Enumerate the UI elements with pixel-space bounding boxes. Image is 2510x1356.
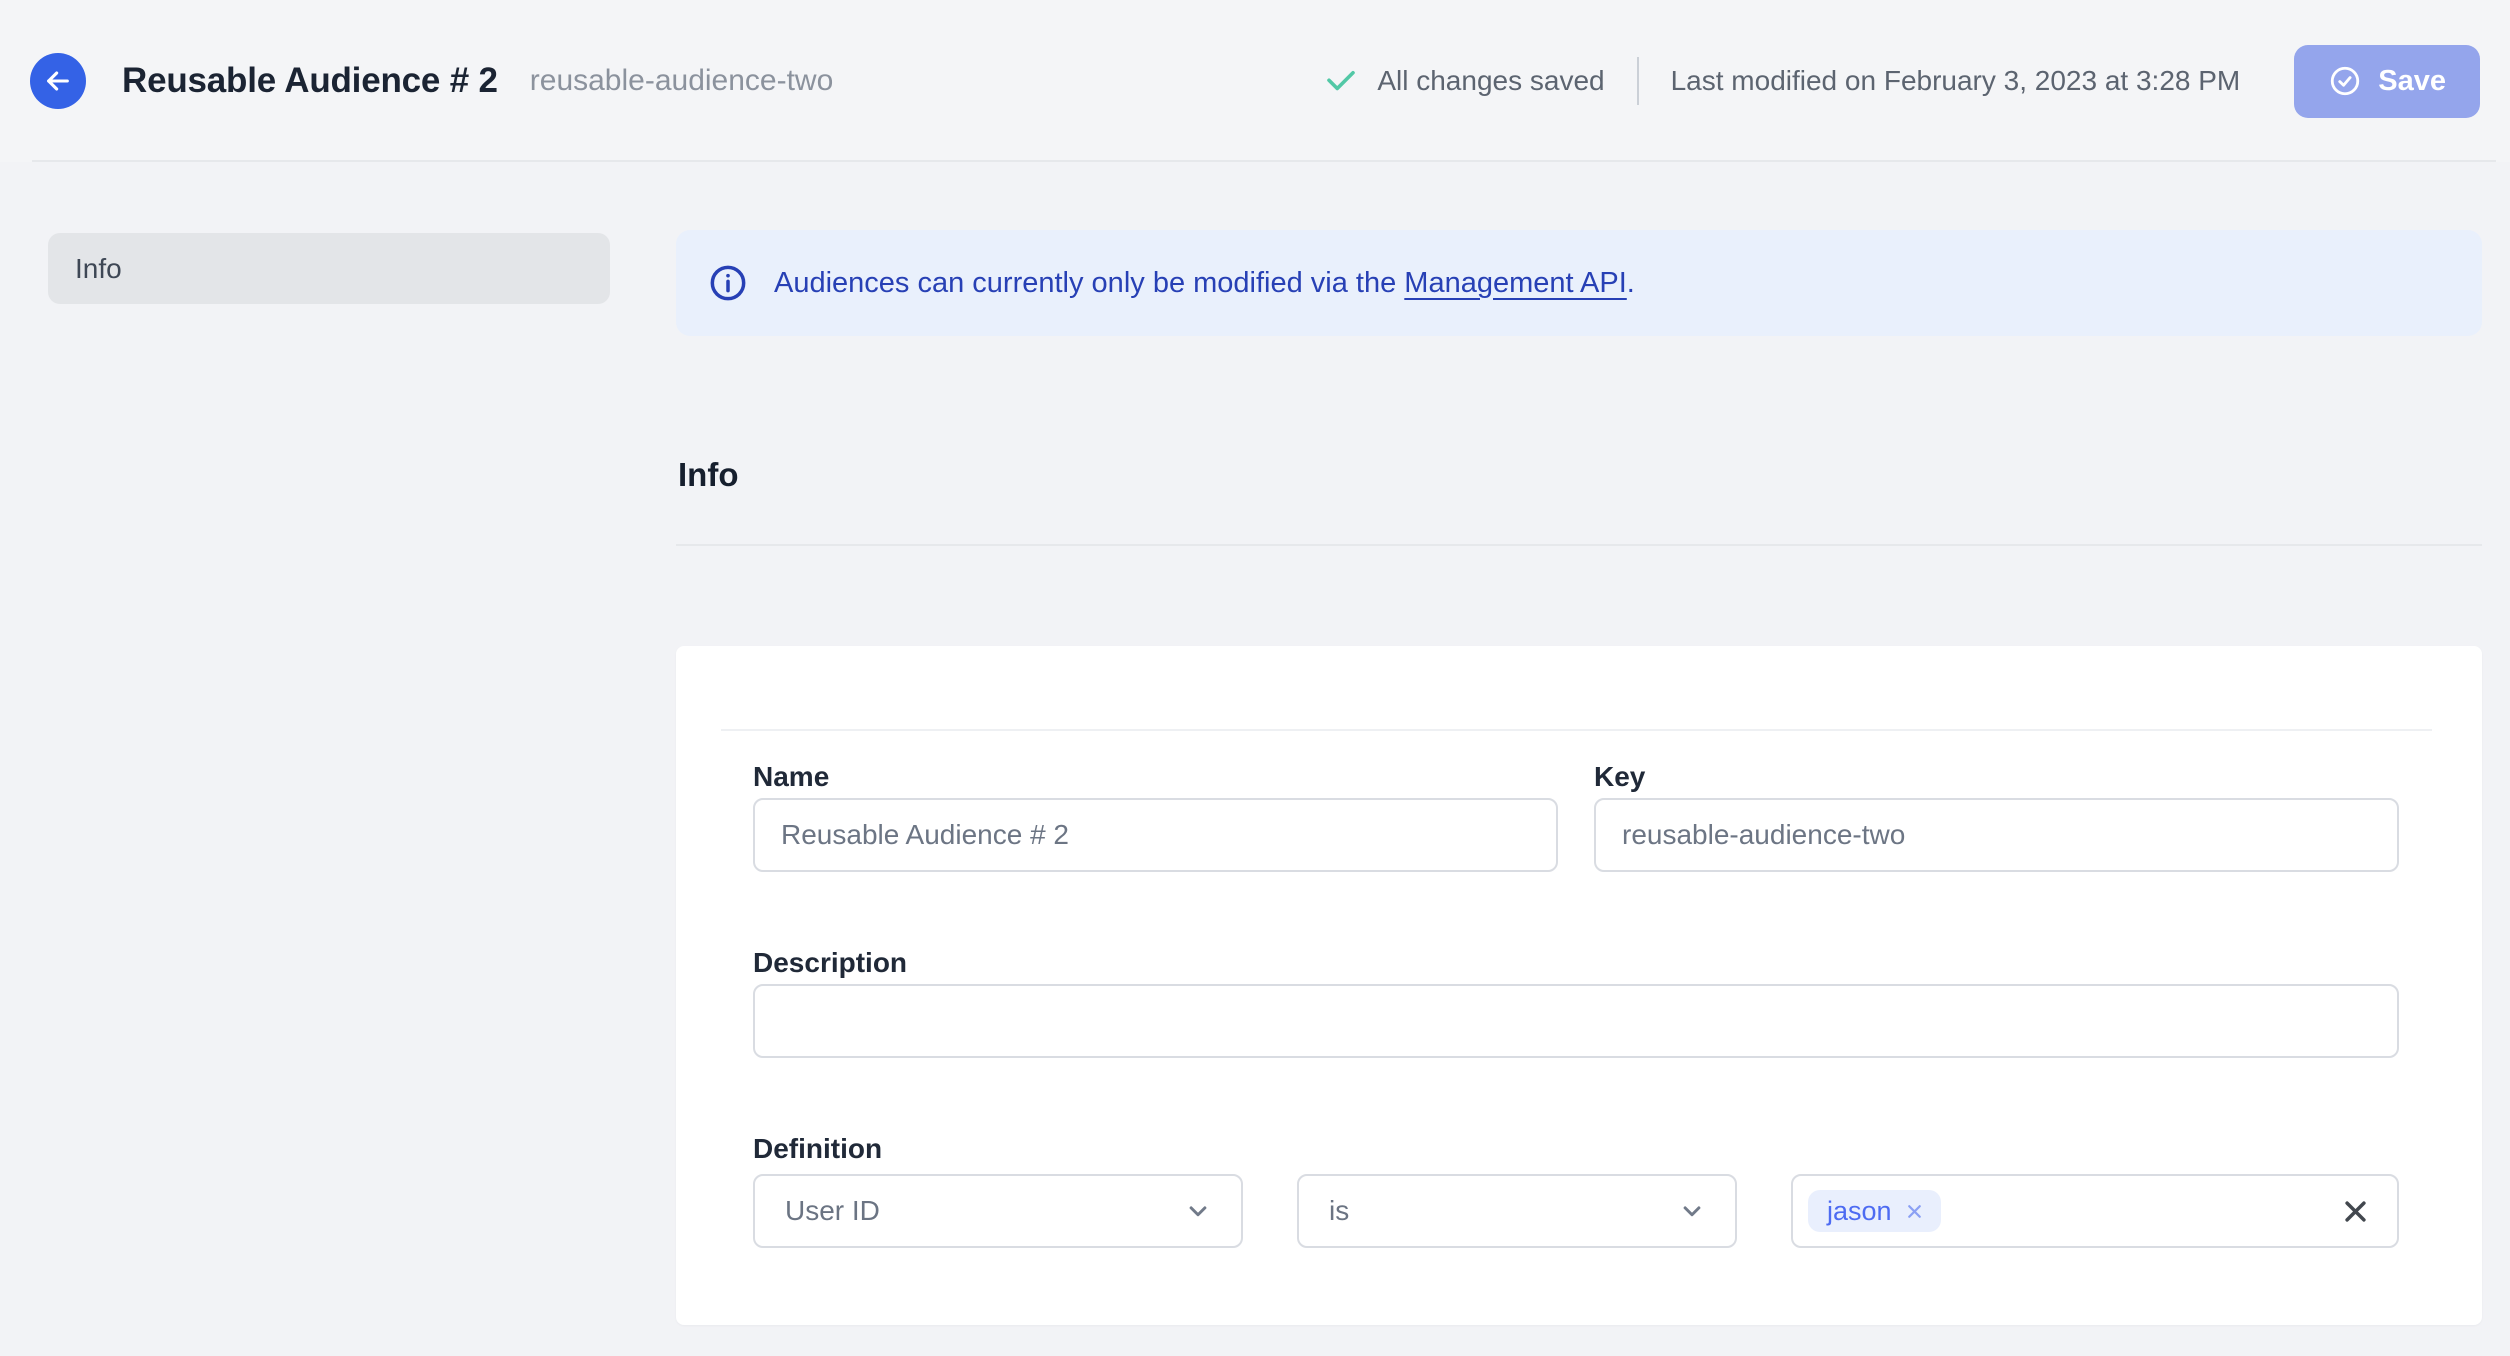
header-right-group: All changes saved Last modified on Febru… bbox=[1323, 44, 2480, 118]
info-banner: Audiences can currently only be modified… bbox=[676, 230, 2482, 336]
value-chip: jason bbox=[1808, 1190, 1941, 1232]
page: Reusable Audience # 2 reusable-audience-… bbox=[0, 0, 2510, 1356]
remove-value-icon[interactable] bbox=[1904, 1201, 1925, 1222]
page-title: Reusable Audience # 2 bbox=[122, 61, 498, 100]
card-top-divider bbox=[721, 729, 2432, 731]
definition-field-group: Definition User ID is jason bbox=[753, 1132, 2399, 1248]
last-modified-text: Last modified on February 3, 2023 at 3:2… bbox=[1670, 65, 2241, 96]
banner-text-suffix: . bbox=[1626, 266, 1635, 299]
description-input[interactable] bbox=[753, 984, 2399, 1058]
definition-label: Definition bbox=[753, 1133, 883, 1164]
name-field-group: Name bbox=[753, 760, 1558, 872]
section-heading: Info bbox=[678, 456, 739, 493]
description-label: Description bbox=[753, 947, 908, 978]
attribute-select-value: User ID bbox=[785, 1195, 880, 1226]
sidebar-item-info[interactable]: Info bbox=[48, 233, 610, 304]
values-tag-input[interactable]: jason bbox=[1791, 1174, 2399, 1248]
name-label: Name bbox=[753, 761, 830, 792]
header-divider bbox=[1636, 57, 1639, 105]
check-circle-icon bbox=[2328, 64, 2362, 98]
save-button[interactable]: Save bbox=[2294, 44, 2480, 118]
arrow-left-icon bbox=[42, 65, 74, 97]
sidebar-item-label: Info bbox=[75, 252, 122, 284]
main-content: Audiences can currently only be modified… bbox=[676, 230, 2482, 1325]
key-field-group: Key bbox=[1594, 760, 2399, 872]
x-icon bbox=[2340, 1196, 2371, 1227]
check-icon bbox=[1323, 63, 1359, 99]
save-button-label: Save bbox=[2378, 64, 2446, 97]
info-circle-icon bbox=[708, 263, 748, 303]
key-label: Key bbox=[1594, 761, 1646, 792]
name-input[interactable] bbox=[753, 798, 1558, 872]
banner-text-before-link: Audiences can currently only be modified… bbox=[774, 266, 1405, 299]
info-card: Name Key Description Definition bbox=[676, 646, 2482, 1325]
operator-select[interactable]: is bbox=[1297, 1174, 1737, 1248]
chevron-down-icon bbox=[1677, 1196, 1707, 1226]
management-api-link[interactable]: Management API bbox=[1404, 267, 1626, 299]
banner-text: Audiences can currently only be modified… bbox=[774, 267, 1635, 300]
save-status-text: All changes saved bbox=[1377, 65, 1605, 96]
top-header-bar: Reusable Audience # 2 reusable-audience-… bbox=[0, 0, 2510, 162]
section-divider bbox=[676, 544, 2482, 546]
back-button[interactable] bbox=[30, 53, 86, 109]
chevron-down-icon bbox=[1183, 1196, 1213, 1226]
definition-controls: User ID is jason bbox=[753, 1174, 2399, 1248]
page-subtitle: reusable-audience-two bbox=[529, 64, 834, 97]
key-input[interactable] bbox=[1594, 798, 2399, 872]
clear-values-button[interactable] bbox=[2340, 1196, 2371, 1227]
description-field-group: Description bbox=[753, 946, 2399, 1058]
attribute-select[interactable]: User ID bbox=[753, 1174, 1243, 1248]
name-key-row: Name Key bbox=[753, 760, 2399, 872]
operator-select-value: is bbox=[1329, 1195, 1350, 1226]
audience-form: Name Key Description Definition bbox=[753, 760, 2399, 1248]
value-chip-label: jason bbox=[1827, 1195, 1892, 1226]
